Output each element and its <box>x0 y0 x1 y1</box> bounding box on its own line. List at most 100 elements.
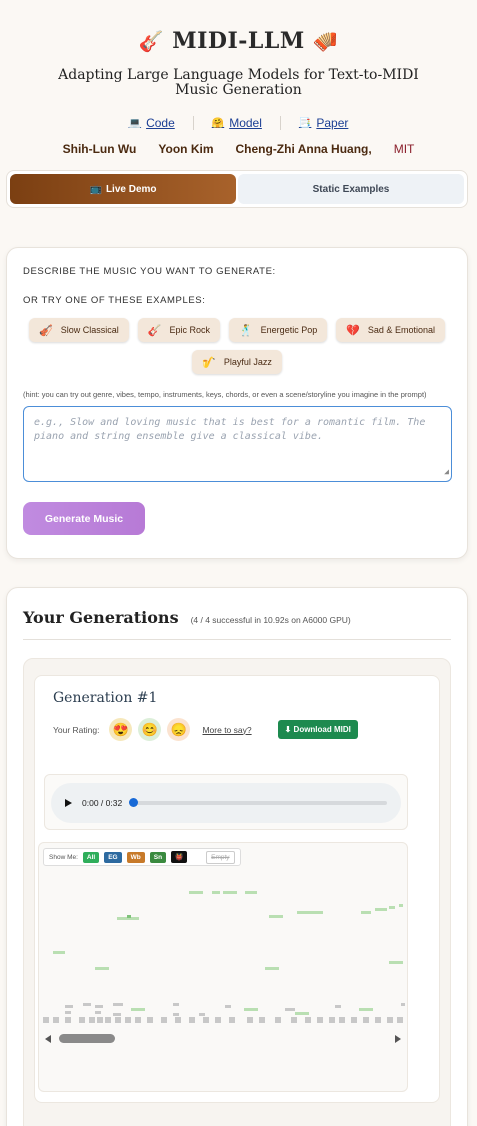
toggle-empty[interactable]: Empty <box>206 850 235 864</box>
midi-note <box>147 1017 153 1023</box>
feedback-link[interactable]: More to say? <box>202 725 251 735</box>
time-display: 0:00 / 0:32 <box>82 798 123 808</box>
midi-note <box>351 1017 357 1023</box>
show-me-label: Show Me: <box>49 853 78 861</box>
midi-note <box>189 1017 195 1023</box>
midi-note <box>305 1017 311 1023</box>
toggle-sn[interactable]: Sn <box>149 851 167 863</box>
model-link[interactable]: 🤗 Model <box>194 116 280 130</box>
tab-live-demo[interactable]: 📺 Live Demo <box>10 174 236 204</box>
guitar-icon: 🎸 <box>138 29 165 53</box>
midi-note <box>53 1017 59 1023</box>
track-filter: Show Me: All EG Wb Sn 👹 Empty <box>43 848 241 866</box>
generations-summary: (4 / 4 successful in 10.92s on A6000 GPU… <box>190 615 351 625</box>
scroll-thumb[interactable] <box>59 1034 115 1043</box>
paper-link[interactable]: 📑 Paper <box>281 116 366 130</box>
midi-note <box>259 1017 265 1023</box>
midi-note <box>387 1017 393 1023</box>
scroll-left-icon[interactable] <box>45 1035 51 1043</box>
broken-heart-icon: 💔 <box>346 324 360 337</box>
tab-static-examples[interactable]: Static Examples <box>238 174 464 204</box>
midi-note <box>95 1011 101 1014</box>
document-icon: 📑 <box>298 117 312 129</box>
institution: MIT <box>393 142 415 156</box>
midi-note <box>65 1017 71 1023</box>
midi-note <box>89 1017 95 1023</box>
midi-note <box>375 908 387 911</box>
laptop-icon: 💻 <box>128 117 142 129</box>
midi-note <box>389 906 395 909</box>
generation-item: Generation #1 Your Rating: 😍 😊 😞 More to… <box>34 675 440 1103</box>
rating-row: Your Rating: 😍 😊 😞 More to say? ⬇ Downlo… <box>53 718 421 741</box>
midi-note <box>275 1017 281 1023</box>
midi-note <box>127 915 131 918</box>
dancer-icon: 🕺 <box>238 324 253 337</box>
audio-player-frame: 0:00 / 0:32 <box>44 774 408 830</box>
download-midi-button[interactable]: ⬇ Download MIDI <box>277 720 358 739</box>
midi-note <box>329 1017 335 1023</box>
example-slow-classical[interactable]: 🎻 Slow Classical <box>29 318 129 342</box>
author-list: Shih-Lun Wu Yoon Kim Cheng-Zhi Anna Huan… <box>0 142 477 156</box>
toggle-eg[interactable]: EG <box>104 851 122 863</box>
horizontal-scrollbar[interactable] <box>45 1033 401 1045</box>
midi-note <box>215 1017 221 1023</box>
midi-note <box>83 1003 91 1006</box>
midi-note <box>229 1017 235 1023</box>
rating-label: Your Rating: <box>53 724 100 735</box>
prompt-input[interactable]: e.g., Slow and loving music that is best… <box>23 406 452 482</box>
examples-label: OR TRY ONE OF THESE EXAMPLES: <box>23 295 206 306</box>
seek-bar[interactable] <box>129 798 387 807</box>
midi-note <box>389 961 403 964</box>
generations-header: Your Generations (4 / 4 successful in 10… <box>23 608 451 640</box>
midi-note <box>95 967 109 970</box>
code-link[interactable]: 💻 Code <box>111 116 193 130</box>
midi-note <box>212 891 220 894</box>
seek-knob[interactable] <box>129 798 139 807</box>
midi-note <box>317 1017 323 1023</box>
midi-note <box>399 904 403 907</box>
generations-title: Your Generations <box>23 608 179 627</box>
scroll-right-icon[interactable] <box>395 1035 401 1043</box>
prompt-placeholder: e.g., Slow and loving music that is best… <box>34 417 426 442</box>
love-face-icon[interactable]: 😍 <box>109 718 133 741</box>
describe-label: DESCRIBE THE MUSIC YOU WANT TO GENERATE: <box>23 266 276 277</box>
tv-icon: 📺 <box>89 183 102 195</box>
midi-note <box>269 915 283 918</box>
example-epic-rock[interactable]: 🎸 Epic Rock <box>137 318 220 342</box>
piano-roll <box>43 891 405 1023</box>
midi-note <box>297 911 323 914</box>
midi-note <box>295 1012 309 1015</box>
saxophone-icon: 🎷 <box>202 356 216 369</box>
piano-roll-frame: Show Me: All EG Wb Sn 👹 Empty <box>38 842 408 1092</box>
midi-note <box>105 1017 111 1023</box>
midi-note <box>135 1017 141 1023</box>
prompt-card: DESCRIBE THE MUSIC YOU WANT TO GENERATE:… <box>6 247 468 559</box>
midi-note <box>335 1005 341 1008</box>
title-text: MIDI-LLM <box>172 28 305 54</box>
midi-note <box>131 1008 145 1011</box>
midi-note <box>173 1013 179 1016</box>
midi-note <box>285 1008 295 1011</box>
toggle-all[interactable]: All <box>82 851 100 863</box>
resize-handle-icon[interactable]: ◢ <box>444 465 449 479</box>
audio-player: 0:00 / 0:32 <box>51 783 401 823</box>
example-playful-jazz[interactable]: 🎷 Playful Jazz <box>192 350 282 374</box>
midi-note <box>189 891 203 894</box>
violin-icon: 🎻 <box>39 324 53 337</box>
midi-note <box>203 1017 209 1023</box>
midi-note <box>161 1017 167 1023</box>
smile-face-icon[interactable]: 😊 <box>138 718 162 741</box>
midi-note <box>113 1013 121 1016</box>
midi-note <box>359 1008 373 1011</box>
toggle-ogre[interactable]: 👹 <box>171 851 188 863</box>
midi-note <box>245 891 257 894</box>
play-icon[interactable] <box>65 799 72 807</box>
hugging-face-icon: 🤗 <box>211 117 225 129</box>
example-energetic-pop[interactable]: 🕺 Energetic Pop <box>228 318 328 342</box>
generate-button[interactable]: Generate Music <box>23 502 145 535</box>
toggle-wb[interactable]: Wb <box>126 851 145 863</box>
midi-note <box>339 1017 345 1023</box>
midi-note <box>363 1017 369 1023</box>
example-sad-emotional[interactable]: 💔 Sad & Emotional <box>336 318 445 342</box>
sad-face-icon[interactable]: 😞 <box>167 718 191 741</box>
